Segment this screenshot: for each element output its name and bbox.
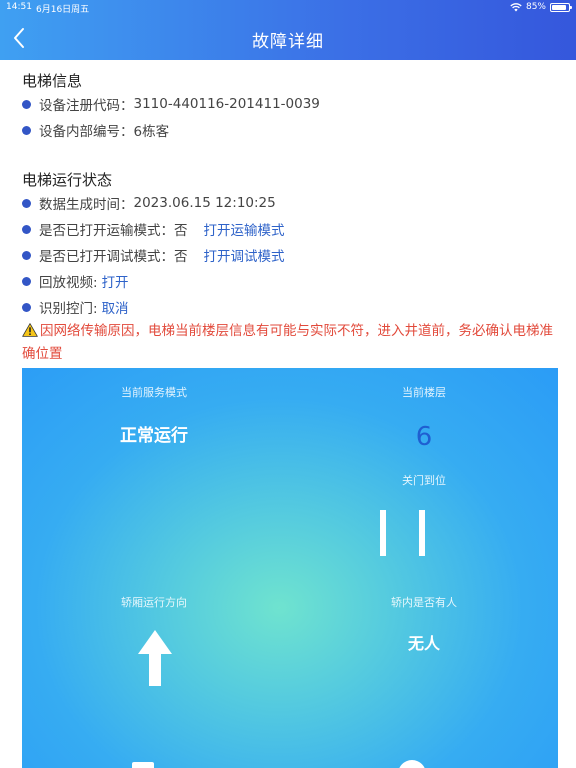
open-debug-mode-link[interactable]: 打开调试模式 — [204, 245, 285, 265]
playback-label: 回放视频: — [39, 275, 98, 291]
transport-mode-row: 是否已打开运输模式： 否 打开运输模式 — [22, 219, 285, 239]
open-transport-mode-link[interactable]: 打开运输模式 — [204, 219, 285, 239]
elevator-info-title: 电梯信息 — [22, 72, 83, 90]
bullet-dot — [22, 99, 31, 109]
open-playback-link[interactable]: 打开 — [102, 271, 129, 291]
elevator-status-panel: 当前服务模式 正常运行 当前楼层 6 关门到位 轿厢运行方向 轿内是否有人 无人 — [22, 368, 558, 768]
reg-code-label: 设备注册代码： — [39, 98, 134, 114]
occupancy-value: 无人 — [407, 634, 440, 653]
data-time-row: 数据生成时间： 2023.06.15 12:10:25 — [22, 193, 276, 213]
direction-label: 轿厢运行方向 — [121, 596, 187, 609]
service-mode-value: 正常运行 — [120, 426, 188, 446]
warning-message: 因网络传输原因，电梯当前楼层信息有可能与实际不符，进入井道前，务必确认电梯准确位… — [22, 320, 562, 366]
bullet-dot — [22, 276, 31, 286]
internal-no-label: 设备内部编号： — [39, 124, 134, 140]
reg-code-value: 3110-440116-201411-0039 — [133, 96, 320, 112]
internal-no-row: 设备内部编号： 6栋客 — [22, 120, 169, 140]
transport-mode-value: 否 — [174, 223, 188, 239]
debug-mode-value: 否 — [174, 249, 188, 265]
playback-row: 回放视频: 打开 — [22, 271, 129, 291]
reg-code-row: 设备注册代码： 3110-440116-201411-0039 — [22, 94, 320, 114]
arrow-up-icon — [138, 630, 172, 686]
panel-icon-partial — [132, 762, 154, 768]
occupancy-label: 轿内是否有人 — [391, 596, 457, 609]
bullet-dot — [22, 198, 31, 208]
battery-icon — [550, 2, 572, 12]
data-time-value: 2023.06.15 12:10:25 — [133, 195, 276, 211]
wifi-icon — [510, 2, 522, 11]
debug-mode-label: 是否已打开调试模式： — [39, 249, 174, 265]
door-closed-icon — [380, 510, 425, 556]
floor-value: 6 — [415, 422, 433, 452]
data-time-label: 数据生成时间： — [39, 197, 134, 213]
bullet-dot — [22, 224, 31, 234]
internal-no-value: 6栋客 — [133, 124, 170, 140]
warning-icon — [22, 323, 38, 337]
service-mode-label: 当前服务模式 — [121, 386, 187, 399]
bullet-dot — [22, 302, 31, 312]
bullet-dot — [22, 250, 31, 260]
page-title: 故障详细 — [252, 32, 324, 52]
warning-text: 因网络传输原因，电梯当前楼层信息有可能与实际不符，进入井道前，务必确认电梯准确位… — [22, 323, 553, 362]
door-label: 关门到位 — [402, 474, 446, 487]
status-date: 6月16日周五 — [36, 5, 90, 15]
status-right: 85% — [510, 2, 572, 12]
panel-icon-partial — [398, 760, 426, 768]
app-header: 14:51 6月16日周五 85% 故障详细 — [0, 0, 576, 60]
run-status-title: 电梯运行状态 — [22, 171, 113, 189]
door-control-row: 识别控门: 取消 — [22, 297, 129, 317]
bullet-dot — [22, 125, 31, 135]
status-bar: 14:51 6月16日周五 85% — [0, 0, 576, 16]
floor-label: 当前楼层 — [402, 386, 446, 399]
cancel-door-control-link[interactable]: 取消 — [102, 297, 129, 317]
status-time: 14:51 — [6, 2, 32, 12]
door-control-label: 识别控门: — [39, 301, 98, 317]
transport-mode-label: 是否已打开运输模式： — [39, 223, 174, 239]
debug-mode-row: 是否已打开调试模式： 否 打开调试模式 — [22, 245, 285, 265]
battery-percent: 85% — [525, 2, 546, 12]
